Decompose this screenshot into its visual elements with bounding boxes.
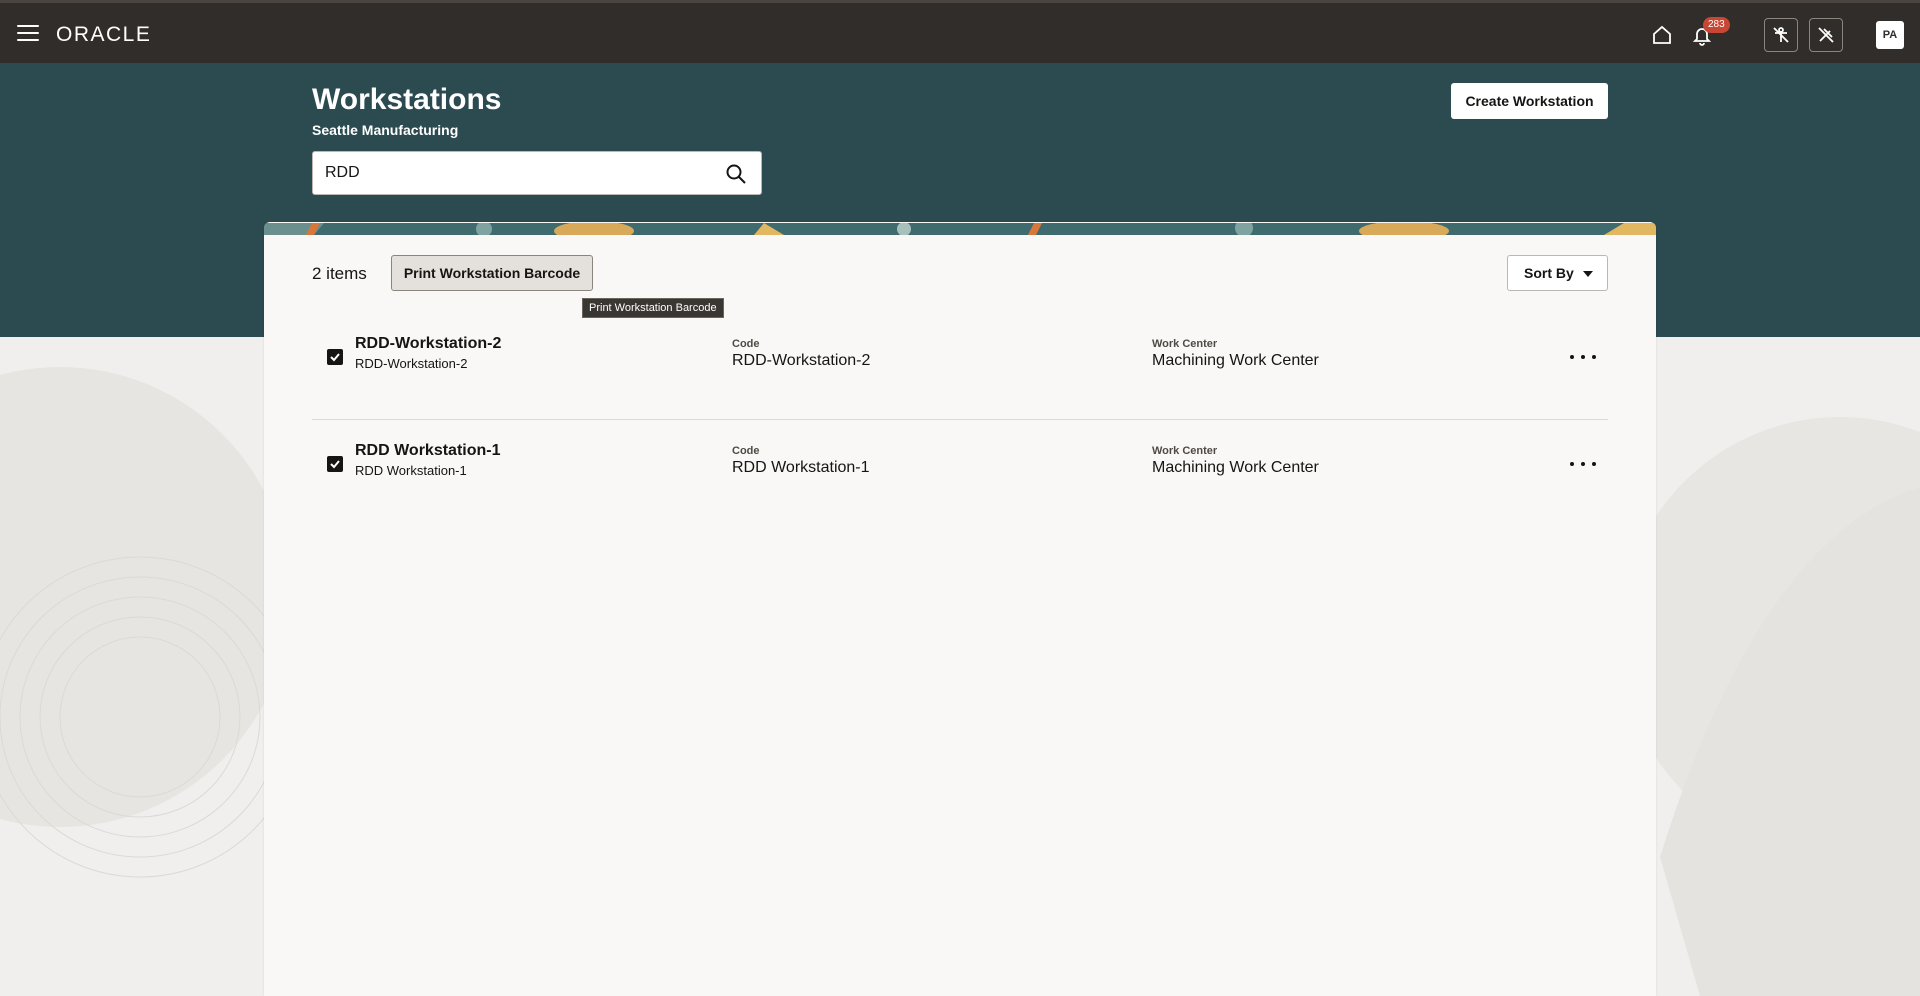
list-item[interactable]: RDD Workstation-1 RDD Workstation-1 Code… [312,421,1608,527]
list-item[interactable]: RDD-Workstation-2 RDD-Workstation-2 Code… [312,314,1608,420]
code-value: RDD-Workstation-2 [732,352,871,369]
sort-by-label: Sort By [1524,265,1574,281]
workstation-name[interactable]: RDD-Workstation-2 [355,335,501,353]
print-workstation-barcode-button[interactable]: Print Workstation Barcode [391,255,593,291]
code-label: Code [732,445,760,457]
notification-badge: 283 [1703,17,1730,33]
more-actions-icon[interactable] [1570,456,1596,472]
oracle-logo[interactable]: ORACLE [56,23,151,47]
workstation-name[interactable]: RDD Workstation-1 [355,442,501,460]
page-title: Workstations [312,83,502,116]
global-header: ORACLE 283 PA [0,0,1920,63]
results-panel: 2 items Print Workstation Barcode Print … [264,222,1656,996]
more-actions-icon[interactable] [1570,349,1596,365]
home-icon[interactable] [1645,18,1679,52]
search-icon[interactable] [725,163,747,185]
accessibility-off-icon[interactable] [1764,18,1798,52]
links-off-icon[interactable] [1809,18,1843,52]
code-value: RDD Workstation-1 [732,459,870,476]
page-subtitle: Seattle Manufacturing [312,122,459,138]
item-count: 2 items [312,264,367,283]
caret-down-icon [1583,271,1593,277]
search-box [312,151,762,195]
work-center-label: Work Center [1152,445,1218,457]
workstation-subtitle: RDD Workstation-1 [355,463,467,478]
sort-by-button[interactable]: Sort By [1507,255,1608,291]
work-center-label: Work Center [1152,338,1218,350]
row-checkbox[interactable] [327,456,343,472]
search-input[interactable] [325,164,705,182]
create-workstation-button[interactable]: Create Workstation [1451,83,1608,119]
row-checkbox[interactable] [327,349,343,365]
user-avatar[interactable]: PA [1876,21,1904,49]
work-center-value: Machining Work Center [1152,352,1319,369]
code-label: Code [732,338,760,350]
menu-icon[interactable] [17,25,39,43]
workstation-subtitle: RDD-Workstation-2 [355,356,468,371]
work-center-value: Machining Work Center [1152,459,1319,476]
panel-banner [264,222,1656,241]
